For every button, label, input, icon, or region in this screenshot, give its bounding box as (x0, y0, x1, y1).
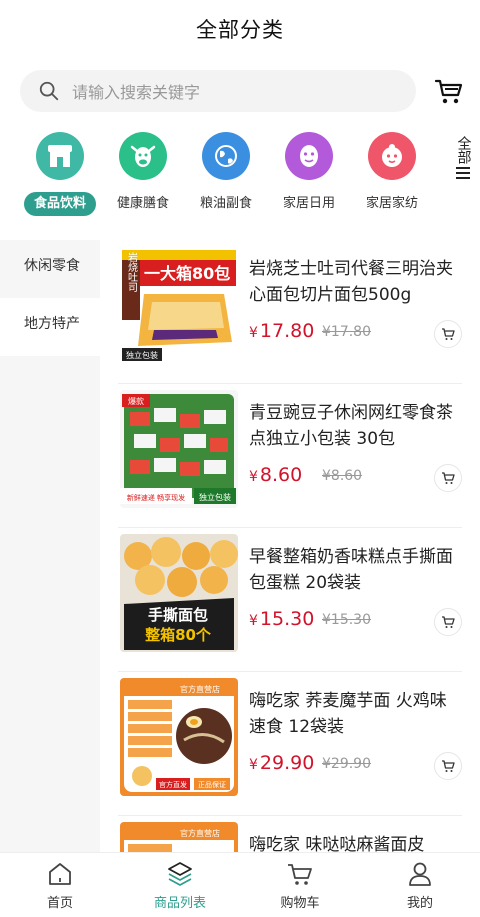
sidebar: 休闲零食 地方特产 (0, 240, 100, 852)
sidebar-item-snacks[interactable]: 休闲零食 (0, 240, 100, 298)
user-icon (409, 862, 431, 886)
image-top-text: 爆款 (128, 396, 144, 406)
search-row: 请输入搜索关键字 (20, 70, 465, 112)
image-top-text: 一大箱80包 (144, 264, 230, 283)
category-grain-oil[interactable]: 粮油副食 (188, 128, 264, 216)
original-price: ¥17.80 (322, 324, 371, 340)
product-price: ¥29.90 (249, 752, 314, 774)
menu-icon (456, 167, 470, 179)
tab-profile[interactable]: 我的 (360, 853, 480, 917)
image-top-text: 官方直营店 (180, 828, 220, 838)
product-name[interactable]: 青豆豌豆子休闲网红零食茶点独立小包装 30包 (249, 400, 461, 452)
currency-symbol: ¥ (249, 613, 258, 629)
price-value: 15.30 (259, 608, 315, 630)
product-price: ¥8.60 (249, 464, 302, 486)
product-image[interactable]: 手撕面包 整箱80个 (120, 534, 238, 652)
category-bar: 食品饮料 健康膳食 粮油副食 家居日用 家居家纺 全部 (0, 128, 480, 220)
category-label: 粮油副食 (199, 196, 252, 211)
cart-icon (442, 472, 455, 484)
face-mask-icon (285, 132, 333, 180)
product-price: ¥15.30 (249, 608, 314, 630)
add-to-cart-button[interactable] (434, 608, 462, 636)
currency-symbol: ¥ (249, 757, 258, 773)
product-list: 一大箱80包 岩烧吐司 独立包装 岩烧芝士吐司代餐三明治夹心面包切片面包500g… (118, 240, 462, 852)
tab-label: 首页 (46, 896, 73, 911)
bottom-tab-bar: 首页 商品列表 购物车 我的 (0, 852, 480, 917)
home-icon (49, 863, 71, 885)
add-to-cart-button[interactable] (434, 752, 462, 780)
product-price: ¥17.80 (249, 320, 314, 342)
product-name[interactable]: 嗨吃家 荞麦魔芋面 火鸡味速食 12袋装 (249, 688, 461, 740)
product-image[interactable]: 一大箱80包 岩烧吐司 独立包装 (120, 246, 238, 364)
image-text-line2: 整箱80个 (145, 626, 212, 644)
category-food-drink[interactable]: 食品饮料 (22, 128, 98, 216)
product-name[interactable]: 早餐整箱奶香味糕点手撕面包蛋糕 20袋装 (249, 544, 461, 596)
currency-symbol: ¥ (249, 325, 258, 341)
tab-label: 商品列表 (153, 896, 206, 911)
tab-label: 购物车 (280, 896, 320, 911)
price-value: 17.80 (259, 320, 315, 342)
category-label: 食品饮料 (24, 192, 96, 216)
category-daily-use[interactable]: 家居日用 (271, 128, 347, 216)
list-item[interactable]: 一大箱80包 岩烧吐司 独立包装 岩烧芝士吐司代餐三明治夹心面包切片面包500g… (118, 240, 462, 384)
image-tag: 独立包装 (199, 492, 231, 502)
category-health-food[interactable]: 健康膳食 (105, 128, 181, 216)
cart-icon (442, 328, 455, 340)
header: 全部分类 (0, 0, 480, 58)
page-title: 全部分类 (196, 18, 284, 42)
original-price: ¥15.30 (322, 612, 371, 628)
image-tag: 独立包装 (126, 350, 158, 360)
tab-label: 我的 (406, 896, 433, 911)
cart-icon (288, 864, 312, 885)
add-to-cart-button[interactable] (434, 464, 462, 492)
price-value: 29.90 (259, 752, 315, 774)
cart-icon (442, 616, 455, 628)
original-price: ¥29.90 (322, 756, 371, 772)
search-icon (39, 81, 59, 101)
original-price: ¥8.60 (322, 468, 363, 484)
image-tag: 正品保证 (198, 780, 226, 789)
search-input[interactable]: 请输入搜索关键字 (20, 70, 416, 112)
cart-icon[interactable] (434, 76, 464, 106)
product-image[interactable]: 官方直营店 官方直发 正品保证 (120, 678, 238, 796)
product-name[interactable]: 嗨吃家 味哒哒麻酱面皮 (249, 832, 461, 852)
list-item[interactable]: 手撕面包 整箱80个 早餐整箱奶香味糕点手撕面包蛋糕 20袋装 ¥15.30 ¥… (118, 528, 462, 672)
category-home-textile[interactable]: 家居家纺 (354, 128, 430, 216)
all-categories-label: 全部 (455, 136, 472, 164)
all-categories-button[interactable]: 全部 (452, 136, 474, 182)
image-top-text: 官方直营店 (180, 684, 220, 694)
category-label: 家居日用 (282, 196, 335, 211)
product-image[interactable]: 爆款 新鲜速递 畅享现发 独立包装 (120, 390, 238, 508)
cart-icon (442, 760, 455, 772)
baby-face-icon (368, 132, 416, 180)
layers-icon (168, 862, 192, 886)
currency-symbol: ¥ (249, 469, 258, 485)
product-image[interactable]: 官方直营店 (120, 822, 238, 852)
list-item[interactable]: 官方直营店 嗨吃家 味哒哒麻酱面皮 (118, 816, 462, 852)
sidebar-item-local-specialties[interactable]: 地方特产 (0, 298, 100, 356)
add-to-cart-button[interactable] (434, 320, 462, 348)
shop-icon (36, 132, 84, 180)
category-label: 健康膳食 (116, 196, 169, 211)
price-value: 8.60 (259, 464, 303, 486)
image-tag: 官方直发 (159, 780, 187, 789)
category-label: 家居家纺 (365, 196, 418, 211)
list-item[interactable]: 爆款 新鲜速递 畅享现发 独立包装 青豆豌豆子休闲网红零食茶点独立小包装 30包… (118, 384, 462, 528)
tab-cart[interactable]: 购物车 (240, 853, 360, 917)
product-name[interactable]: 岩烧芝士吐司代餐三明治夹心面包切片面包500g (249, 256, 461, 308)
image-text-line1: 手撕面包 (148, 606, 208, 624)
tab-product-list[interactable]: 商品列表 (120, 853, 240, 917)
list-item[interactable]: 官方直营店 官方直发 正品保证 嗨吃家 荞麦魔芋面 火鸡味速食 12袋装 ¥29… (118, 672, 462, 816)
cow-icon (119, 132, 167, 180)
tab-home[interactable]: 首页 (0, 853, 120, 917)
image-tag: 新鲜速递 畅享现发 (127, 493, 185, 502)
globe-icon (202, 132, 250, 180)
image-side-text: 岩烧吐司 (126, 251, 138, 292)
search-placeholder: 请输入搜索关键字 (72, 83, 201, 102)
